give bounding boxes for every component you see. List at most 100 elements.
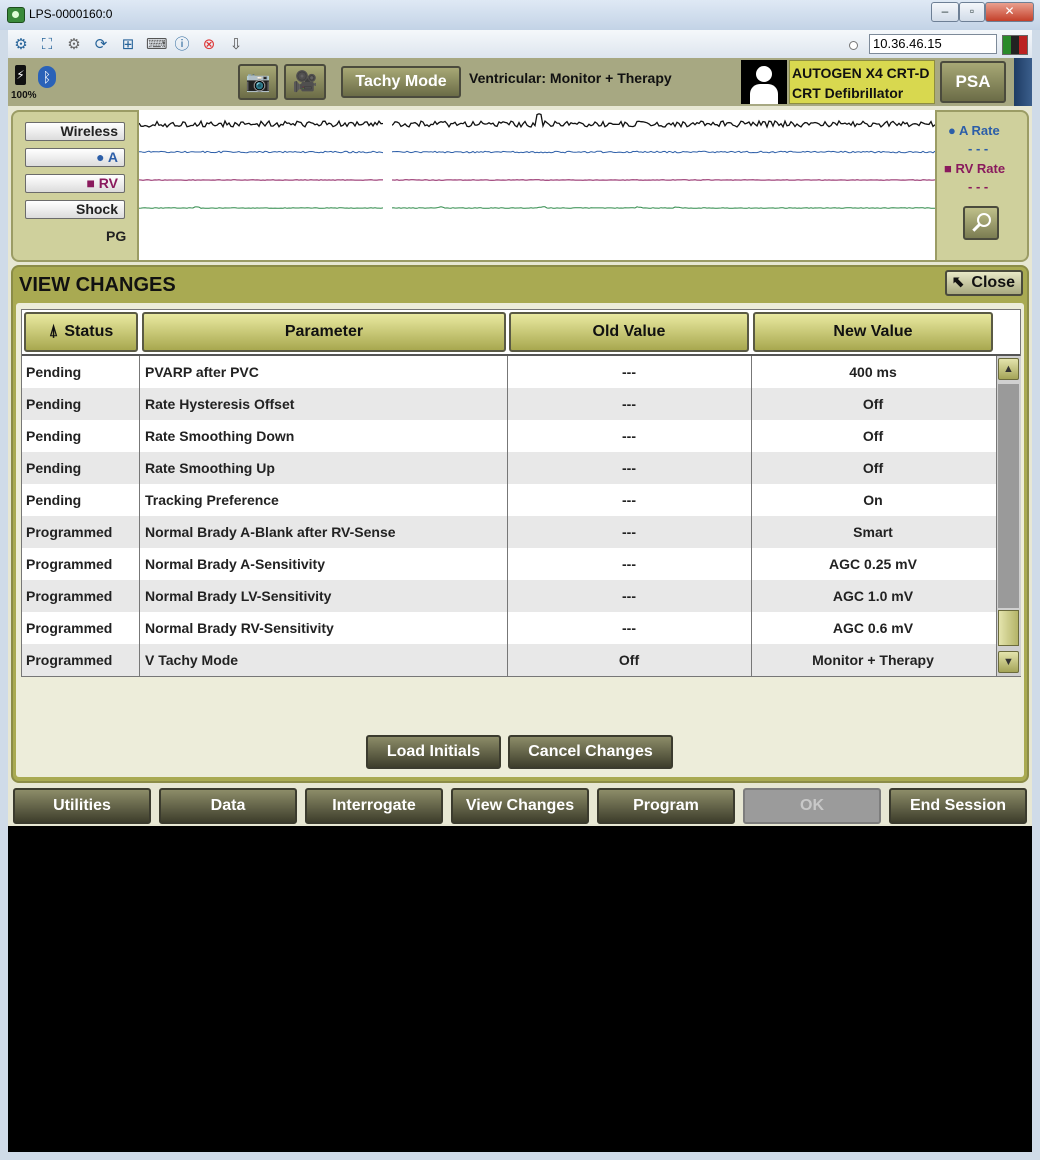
wireless-button[interactable]: Wireless [25,122,125,141]
ip-radio[interactable] [849,41,858,50]
column-header-status[interactable]: ⍋ Status [24,312,138,352]
close-window-button[interactable]: ✕ [985,2,1034,22]
table-row[interactable]: Programmed Normal Brady LV-Sensitivity ---… [22,580,996,612]
row-status: Programmed [26,524,113,540]
row-status: Programmed [26,652,113,668]
row-parameter: Normal Brady LV-Sensitivity [145,588,332,604]
column-header-new-value[interactable]: New Value [753,312,993,352]
row-new-value: AGC 0.6 mV [832,620,914,636]
header-edge [1014,58,1032,106]
flag-icon[interactable] [1002,35,1028,55]
info-icon[interactable]: ⓘ [173,36,191,54]
column-divider [751,356,752,676]
minimize-button[interactable]: – [931,2,959,22]
column-header-parameter[interactable]: Parameter [142,312,506,352]
egm-waveform-area [137,110,937,260]
row-parameter: Normal Brady RV-Sensitivity [145,620,334,636]
row-status: Programmed [26,588,113,604]
a-channel-button[interactable]: ● A [25,148,125,167]
row-old-value: --- [622,620,636,636]
rv-channel-button[interactable]: ■ RV [25,174,125,193]
network-icon[interactable]: ⚙ [12,36,30,54]
battery-level: 100% [11,90,37,101]
transfer-icon[interactable]: ⇩ [227,36,245,54]
changes-table: ⍋ Status Parameter Old Value New Value Pe… [21,309,1021,677]
row-old-value: --- [622,428,636,444]
row-old-value: --- [622,460,636,476]
interrogate-button[interactable]: Interrogate [305,788,443,824]
row-old-value: --- [622,556,636,572]
disconnect-icon[interactable]: ⊗ [200,36,218,54]
row-old-value: --- [622,524,636,540]
table-row[interactable]: Pending Rate Smoothing Down --- Off [22,420,996,452]
data-button[interactable]: Data [159,788,297,824]
load-initials-button[interactable]: Load Initials [366,735,501,769]
row-new-value: Off [862,428,884,444]
row-parameter: V Tachy Mode [145,652,239,668]
utilities-button[interactable]: Utilities [13,788,151,824]
psa-button[interactable]: PSA [940,61,1006,103]
scrollbar-thumb[interactable] [998,610,1019,646]
maximize-button[interactable]: ▫ [959,2,985,22]
panel-title: VIEW CHANGES [19,274,176,296]
settings-gear-icon[interactable]: ⚙ [65,36,83,54]
a-rate-value: - - - [968,141,989,156]
row-parameter: Rate Smoothing Up [145,460,275,476]
view-changes-content: ⍋ Status Parameter Old Value New Value Pe… [16,303,1024,777]
device-info: AUTOGEN X4 CRT-D CRT Defibrillator [789,60,935,104]
column-divider [507,356,508,676]
cancel-changes-button[interactable]: Cancel Changes [508,735,673,769]
pg-label: PG [106,228,127,244]
table-row[interactable]: Programmed Normal Brady RV-Sensitivity ---… [22,612,996,644]
table-row[interactable]: Pending Rate Smoothing Up --- Off [22,452,996,484]
video-button[interactable]: 🎥 [284,64,326,100]
table-row[interactable]: Pending Rate Hysteresis Offset --- Off [22,388,996,420]
scroll-down-icon[interactable]: ▼ [998,651,1019,673]
end-session-button[interactable]: End Session [889,788,1027,824]
sweep-gap [383,110,392,260]
scroll-up-icon[interactable]: ▲ [998,358,1019,380]
row-new-value: Off [862,396,884,412]
keyboard-icon[interactable]: ⌨ [146,36,168,54]
row-new-value: AGC 1.0 mV [832,588,914,604]
bluetooth-icon: ᛒ [38,66,56,88]
row-status: Pending [26,364,82,380]
table-row[interactable]: Programmed Normal Brady A-Blank after RV-… [22,516,996,548]
fullscreen-icon[interactable]: ⛶ [38,36,56,54]
table-row[interactable]: Programmed V Tachy Mode Off Monitor + Thera… [22,644,996,676]
column-divider [139,356,140,676]
table-row[interactable]: Programmed Normal Brady A-Sensitivity --- A… [22,548,996,580]
row-old-value: --- [622,396,636,412]
close-button[interactable]: ⬉ Close [945,270,1023,296]
table-row[interactable]: Pending PVARP after PVC --- 400 ms [22,356,996,388]
patient-avatar-icon[interactable] [741,60,787,104]
shock-channel-button[interactable]: Shock [25,200,125,219]
table-scrollbar[interactable]: ▲ ▼ [996,356,1021,676]
row-parameter: Rate Hysteresis Offset [145,396,295,412]
camera-button[interactable]: 📷 [238,64,278,100]
a-trace [139,150,935,154]
row-old-value: --- [622,588,636,604]
egm-waveforms [139,110,935,260]
arrow-icon: ⬉ [952,274,966,291]
row-status: Pending [26,460,82,476]
windows-icon[interactable]: ⊞ [119,36,137,54]
window-titlebar: LPS-0000160:0 – ▫ ✕ [0,0,1040,30]
zoom-button[interactable] [963,206,999,240]
tachy-mode-button[interactable]: Tachy Mode [341,66,461,98]
scrollbar-track[interactable] [998,384,1019,608]
view-changes-button[interactable]: View Changes [451,788,589,824]
row-old-value: Off [618,652,640,668]
a-rate-label: ● A Rate [948,123,1000,138]
rv-rate-value: - - - [968,179,989,194]
table-row[interactable]: Pending Tracking Preference --- On [22,484,996,516]
ip-address-field[interactable]: 10.36.46.15 [869,34,997,54]
view-changes-panel: VIEW CHANGES ⬉ Close ⍋ Status Parameter O… [11,265,1029,783]
refresh-icon[interactable]: ⟳ [92,36,110,54]
row-old-value: --- [622,492,636,508]
egm-panel: Wireless ● A ■ RV Shock PG ● A Rate - - … [11,110,1029,262]
header-bar: ⚡ 100% ᛒ 📷 🎥 Tachy Mode Ventricular: Mon… [8,58,1032,106]
shock-trace [139,206,935,209]
column-header-old-value[interactable]: Old Value [509,312,749,352]
program-button[interactable]: Program [597,788,735,824]
